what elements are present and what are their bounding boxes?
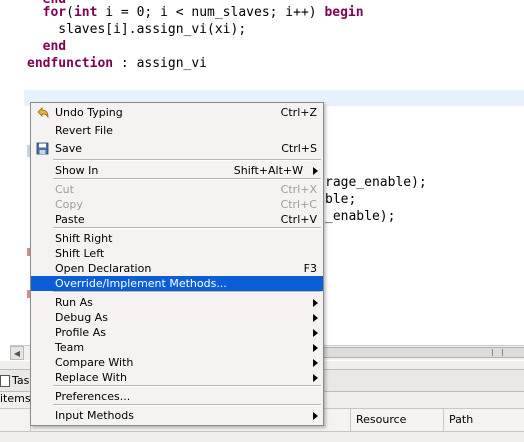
submenu-arrow-icon xyxy=(313,374,318,382)
menu-item-shift-right[interactable]: Shift Right xyxy=(31,231,323,246)
code-line-2: for(int i = 0; i < num_slaves; i++) begi… xyxy=(42,5,364,20)
menu-separator xyxy=(53,385,321,387)
scrollbar-grip-icon xyxy=(492,349,503,356)
menu-item-shortcut: Ctrl+S xyxy=(281,142,317,155)
undo-icon xyxy=(36,106,49,119)
menu-item-label: Paste xyxy=(55,213,85,226)
menu-item-debug-as[interactable]: Debug As xyxy=(31,310,323,325)
menu-item-label: Undo Typing xyxy=(55,106,123,119)
submenu-arrow-icon xyxy=(313,344,318,352)
menu-separator xyxy=(53,178,321,180)
menu-item-shortcut: Ctrl+C xyxy=(280,198,317,211)
save-icon xyxy=(36,142,49,155)
menu-item-team[interactable]: Team xyxy=(31,340,323,355)
menu-item-label: Shift Left xyxy=(55,247,105,260)
menu-item-cut[interactable]: Cut Ctrl+X xyxy=(31,182,323,197)
code-line-partial-1: rage_enable); xyxy=(325,175,427,190)
menu-item-shortcut: Ctrl+V xyxy=(280,213,317,226)
menu-item-label: Compare With xyxy=(55,356,134,369)
menu-separator xyxy=(53,404,321,406)
menu-item-label: Save xyxy=(55,142,83,155)
menu-item-label: Team xyxy=(55,341,85,354)
menu-item-replace-with[interactable]: Replace With xyxy=(31,370,323,385)
context-menu: Undo Typing Ctrl+Z Revert File Save Ctrl+S Sh… xyxy=(30,102,324,426)
menu-item-paste[interactable]: Paste Ctrl+V xyxy=(31,212,323,227)
menu-item-input-methods[interactable]: Input Methods xyxy=(31,408,323,423)
menu-item-label: Run As xyxy=(55,296,93,309)
menu-item-label: Open Declaration xyxy=(55,262,152,275)
menu-item-shortcut: Shift+Alt+W xyxy=(233,164,303,177)
menu-item-label: Replace With xyxy=(55,371,127,384)
code-line-3: slaves[i].assign_vi(xi); xyxy=(27,22,247,37)
menu-item-show-in[interactable]: Show In Shift+Alt+W xyxy=(31,163,323,178)
submenu-arrow-icon xyxy=(313,329,318,337)
menu-item-compare-with[interactable]: Compare With xyxy=(31,355,323,370)
menu-item-shift-left[interactable]: Shift Left xyxy=(31,246,323,261)
code-line-partial-3: _enable); xyxy=(325,209,396,224)
menu-item-undo-typing[interactable]: Undo Typing Ctrl+Z xyxy=(31,105,323,120)
menu-separator xyxy=(53,227,321,229)
menu-item-revert-file[interactable]: Revert File xyxy=(31,123,323,138)
menu-item-label: Cut xyxy=(55,183,74,196)
column-header-path[interactable]: Path xyxy=(443,409,524,431)
code-line-4: end xyxy=(42,39,67,54)
menu-item-preferences[interactable]: Preferences... xyxy=(31,389,323,404)
menu-item-run-as[interactable]: Run As xyxy=(31,295,323,310)
menu-item-shortcut: Ctrl+X xyxy=(280,183,317,196)
menu-item-label: Preferences... xyxy=(55,390,131,403)
column-header-resource[interactable]: Resource xyxy=(350,409,444,431)
scroll-left-arrow-icon[interactable]: ◀ xyxy=(10,346,24,360)
menu-item-label: Override/Implement Methods... xyxy=(55,277,227,290)
menu-item-shortcut: F3 xyxy=(303,262,317,275)
menu-item-label: Debug As xyxy=(55,311,108,324)
submenu-arrow-icon xyxy=(313,359,318,367)
menu-separator xyxy=(53,291,321,293)
menu-separator xyxy=(53,159,321,161)
submenu-arrow-icon xyxy=(313,299,318,307)
submenu-arrow-icon xyxy=(313,314,318,322)
menu-item-label: Input Methods xyxy=(55,409,134,422)
menu-item-label: Revert File xyxy=(55,124,113,137)
menu-item-label: Show In xyxy=(55,164,99,177)
menu-item-label: Profile As xyxy=(55,326,106,339)
code-line-partial-2: ble; xyxy=(325,192,357,207)
submenu-arrow-icon xyxy=(313,412,318,420)
menu-item-open-declaration[interactable]: Open Declaration F3 xyxy=(31,261,323,276)
code-line-5: endfunction : assign_vi xyxy=(27,56,208,71)
menu-item-label: Shift Right xyxy=(55,232,113,245)
menu-item-copy[interactable]: Copy Ctrl+C xyxy=(31,197,323,212)
menu-item-profile-as[interactable]: Profile As xyxy=(31,325,323,340)
menu-item-save[interactable]: Save Ctrl+S xyxy=(31,141,323,156)
menu-item-shortcut: Ctrl+Z xyxy=(280,106,317,119)
menu-item-override-implement-methods[interactable]: Override/Implement Methods... xyxy=(31,276,323,291)
tab-tasks-label: Tas xyxy=(12,374,30,387)
submenu-arrow-icon xyxy=(313,167,318,175)
menu-item-label: Copy xyxy=(55,198,83,211)
tab-tasks[interactable]: Tas xyxy=(0,370,29,391)
items-count-label: items xyxy=(0,392,31,405)
tasks-icon xyxy=(0,375,10,387)
